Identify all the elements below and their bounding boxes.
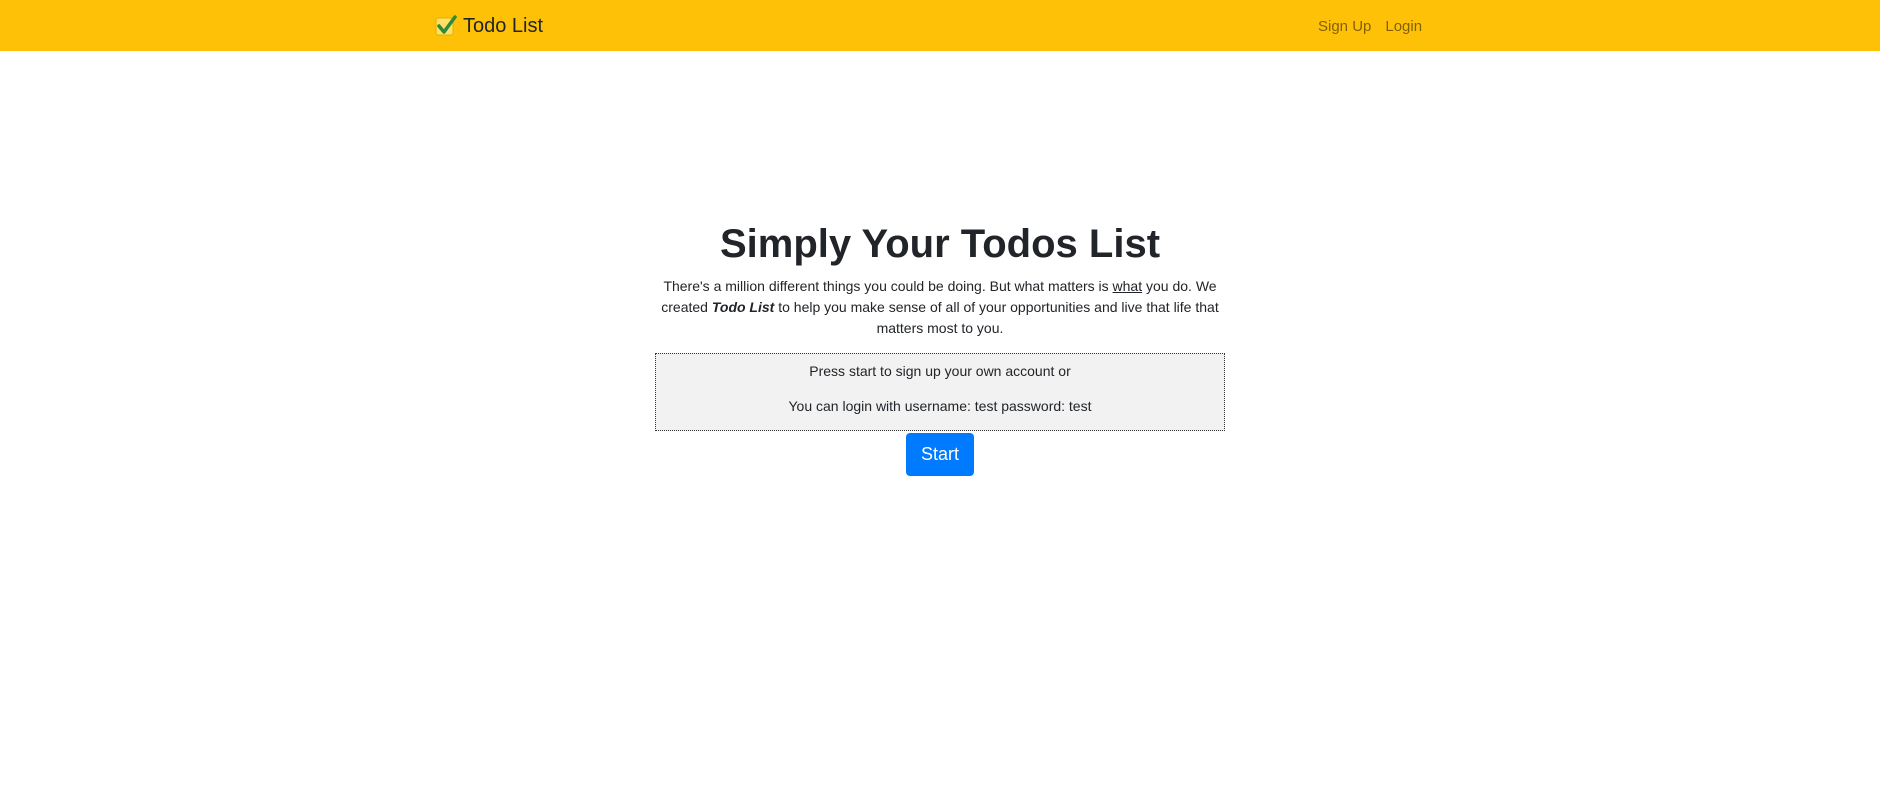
check-mark-icon <box>435 15 457 37</box>
brand-title: Todo List <box>463 15 544 37</box>
info-box: Press start to sign up your own account … <box>655 353 1225 431</box>
hero-section: Simply Your Todos List There's a million… <box>0 220 1880 476</box>
page-title: Simply Your Todos List <box>719 222 1161 266</box>
info-login-credentials: You can login with username: test passwo… <box>788 398 1092 414</box>
nav-login-link[interactable]: Login <box>1385 16 1422 38</box>
start-button[interactable]: Start <box>906 433 974 476</box>
desc-emphasis: Todo List <box>711 299 775 315</box>
desc-text-1: There's a million different things you c… <box>663 278 1113 294</box>
navbar: Todo List Sign Up Login <box>0 0 1880 51</box>
brand-link[interactable]: Todo List <box>435 12 543 40</box>
nav-links: Sign Up Login <box>1318 16 1422 38</box>
desc-underlined: what <box>1112 278 1143 294</box>
nav-sign-up-link[interactable]: Sign Up <box>1318 16 1371 38</box>
hero-description: There's a million different things you c… <box>650 276 1230 339</box>
desc-text-3: to help you make sense of all of your op… <box>774 299 1219 336</box>
info-signup-text: Press start to sign up your own account … <box>809 363 1071 379</box>
